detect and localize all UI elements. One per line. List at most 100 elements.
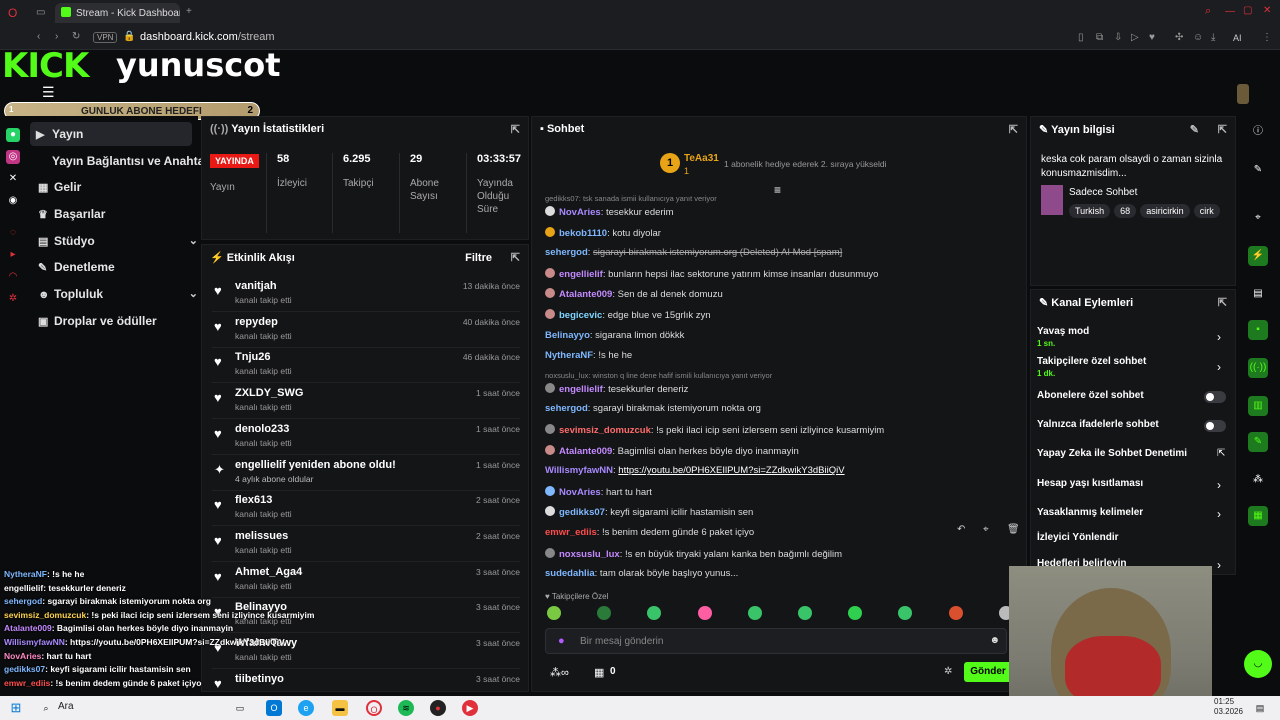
popout-icon[interactable]: ⇱	[1218, 123, 1227, 136]
chat-username[interactable]: noxsuslu_lux	[559, 549, 620, 560]
record-icon[interactable]: ◌	[6, 226, 20, 240]
stream-tag[interactable]: Turkish	[1069, 204, 1111, 218]
hamburger-icon[interactable]: ☰	[42, 84, 55, 101]
bookmark-icon[interactable]: ▯	[1078, 32, 1084, 43]
send-button[interactable]: Gönder	[964, 662, 1012, 682]
reload-icon[interactable]: ↻	[72, 31, 80, 42]
delete-icon[interactable]: 🗑	[1007, 524, 1020, 535]
chat-message[interactable]: NytheraNF: !s he he	[545, 350, 632, 361]
ai-button[interactable]: AI	[1233, 33, 1242, 43]
chat-message[interactable]: sevimsiz_domuzcuk: !s peki ilaci icip se…	[545, 424, 884, 436]
obs-icon[interactable]: ●	[430, 700, 446, 716]
chat-message[interactable]: sudedahlia: tam olarak böyle başlıyo yun…	[545, 568, 738, 579]
list-icon[interactable]: ▥	[1248, 396, 1268, 416]
sidebar-item-droplar[interactable]: ▣ Droplar ve ödüller	[38, 314, 157, 328]
toggle-switch[interactable]	[1204, 420, 1226, 432]
opera-logo-icon[interactable]: O	[8, 6, 17, 20]
target-icon[interactable]: ⌖	[1248, 208, 1268, 228]
pinned-user[interactable]: TeAa31	[684, 153, 719, 164]
whatsapp-icon[interactable]: ●	[6, 128, 20, 142]
folder-icon[interactable]: ▬	[332, 700, 348, 716]
stream-tag[interactable]: cirk	[1193, 204, 1220, 218]
task-view-icon[interactable]: ▭	[232, 700, 248, 716]
chat-message[interactable]: engellielif: bunların hepsi ilac sektoru…	[545, 267, 878, 280]
tabs-icon[interactable]: ▭	[36, 7, 45, 18]
popout-icon[interactable]: ⇱	[511, 123, 520, 136]
chat-input[interactable]: ● Bir mesaj gönderin ☻	[545, 628, 1007, 654]
chat-settings-icon[interactable]: ✲	[944, 666, 952, 677]
gift-icon[interactable]: ▦	[594, 666, 604, 679]
sidebar-item-basarilar[interactable]: ♛ Başarılar	[38, 207, 105, 221]
chat-message[interactable]: engellielif: tesekkurler deneriz	[545, 382, 688, 395]
chat-username[interactable]: sevimsiz_domuzcuk	[559, 425, 651, 436]
channel-action-item[interactable]: Yasaklanmış kelimeler	[1037, 507, 1143, 518]
back-icon[interactable]: ‹	[37, 31, 40, 42]
activity-row[interactable]: ♥ Tnju26 kanalı takip etti 46 dakika önce	[212, 348, 520, 384]
activity-row[interactable]: ♥ melissues kanalı takip etti 2 saat önce	[212, 527, 520, 562]
stream-tag[interactable]: asiricirkin	[1140, 204, 1190, 218]
collapse-icon[interactable]: ≡	[774, 183, 781, 197]
heart-icon[interactable]: ♥	[1149, 32, 1155, 43]
chat-message[interactable]: Belinayyo: sigarana limon dökkk	[545, 330, 684, 341]
bolt-icon[interactable]: ⚡	[1248, 246, 1268, 266]
chat-username[interactable]: Atalante009	[559, 289, 612, 300]
activity-row[interactable]: ♥ Ahmet_Aga4 kanalı takip etti 3 saat önce	[212, 563, 520, 598]
extensions-icon[interactable]: ✣	[1175, 32, 1183, 43]
reply-icon[interactable]: ↶	[957, 524, 965, 535]
forward-icon[interactable]: ›	[55, 31, 58, 42]
points-icon[interactable]: ⁂∞	[550, 666, 569, 679]
channel-action-item[interactable]: Abonelere özel sohbet	[1037, 390, 1144, 401]
emoji-icon[interactable]: ☻	[989, 635, 1000, 646]
channel-action-item[interactable]: Takipçilere özel sohbet 1 dk.	[1037, 356, 1146, 378]
edit-icon[interactable]: ✎	[1190, 123, 1199, 136]
emote-icon[interactable]	[697, 606, 712, 620]
downloads-icon[interactable]: ⤓	[1211, 32, 1215, 43]
activity-row[interactable]: ♥ tiibetinyo 3 saat önce	[212, 670, 520, 691]
sidebar-item-gelir[interactable]: ▦ Gelir	[38, 180, 81, 194]
chevron-right-icon[interactable]: ›	[1217, 360, 1221, 374]
external-link-icon[interactable]: ⇱	[1217, 448, 1225, 459]
play-circle-icon[interactable]: ▸	[6, 248, 20, 262]
profile-icon[interactable]: ☺	[1193, 32, 1203, 43]
snapshot-icon[interactable]: ⧉	[1096, 32, 1103, 43]
support-icon[interactable]: ◡	[1244, 650, 1272, 678]
share-icon[interactable]: ⁂	[1248, 470, 1268, 490]
spotify-icon[interactable]: ≋	[398, 700, 414, 716]
sidebar-item-denetleme[interactable]: ✎ Denetleme	[38, 260, 115, 274]
chat-username[interactable]: engellielif	[559, 384, 603, 395]
sidebar-item-stream-key[interactable]: Yayın Bağlantısı ve Anahtarı	[52, 154, 212, 168]
new-tab-icon[interactable]: +	[186, 6, 192, 17]
toggle-switch[interactable]	[1204, 391, 1226, 403]
chat-username[interactable]: Belinayyo	[545, 330, 590, 341]
chat-username[interactable]: WillismyfawNN	[545, 465, 613, 476]
stream-tag[interactable]: 68	[1114, 204, 1137, 218]
activity-row[interactable]: ♥ ZXLDY_SWG kanalı takip etti 1 saat önce	[212, 384, 520, 420]
menu-icon[interactable]: ⋮	[1262, 32, 1272, 43]
chat-message[interactable]: Atalante009: Bagimlisi olan herkes böyle…	[545, 444, 799, 457]
emote-icon[interactable]	[747, 606, 762, 620]
chat-username[interactable]: engellielif	[559, 269, 603, 280]
channel-action-item[interactable]: İzleyici Yönlendir	[1037, 532, 1119, 543]
avatar[interactable]	[1237, 84, 1249, 104]
popout-icon[interactable]: ⇱	[511, 251, 520, 264]
emote-icon[interactable]	[948, 606, 963, 620]
chat-username[interactable]: begicevic	[559, 310, 602, 321]
activity-row[interactable]: ♥ repydep kanalı takip etti 40 dakika önce	[212, 313, 520, 348]
kick-logo[interactable]: KICK	[2, 46, 89, 86]
outlook-icon[interactable]: O	[266, 700, 282, 716]
close-icon[interactable]: ✕	[1263, 5, 1271, 16]
channel-action-item[interactable]: Yapay Zeka ile Sohbet Denetimi	[1037, 448, 1187, 459]
download-icon[interactable]: ⇩	[1114, 32, 1122, 43]
popout-icon[interactable]: ⇱	[1009, 123, 1018, 136]
activity-row[interactable]: ♥ vanitjah kanalı takip etti 13 dakika önce	[212, 277, 520, 312]
instagram-icon[interactable]: ◎	[6, 150, 20, 164]
chat-message[interactable]: sehergod: sgarayi birakmak istemiyorum n…	[545, 403, 761, 414]
chat-username[interactable]: NytheraNF	[545, 350, 593, 361]
player-icon[interactable]: ▷	[1131, 32, 1139, 43]
chat-message[interactable]: NovAries: tesekkur ederim	[545, 206, 674, 218]
channel-action-item[interactable]: Hesap yaşı kısıtlaması	[1037, 478, 1143, 489]
windows-start-icon[interactable]: ⊞	[8, 700, 24, 716]
notifications-icon[interactable]: ▤	[1252, 700, 1268, 716]
search-icon[interactable]: ⌕	[1205, 5, 1211, 18]
browser-tab[interactable]: Stream - Kick Dashboard	[55, 3, 180, 23]
